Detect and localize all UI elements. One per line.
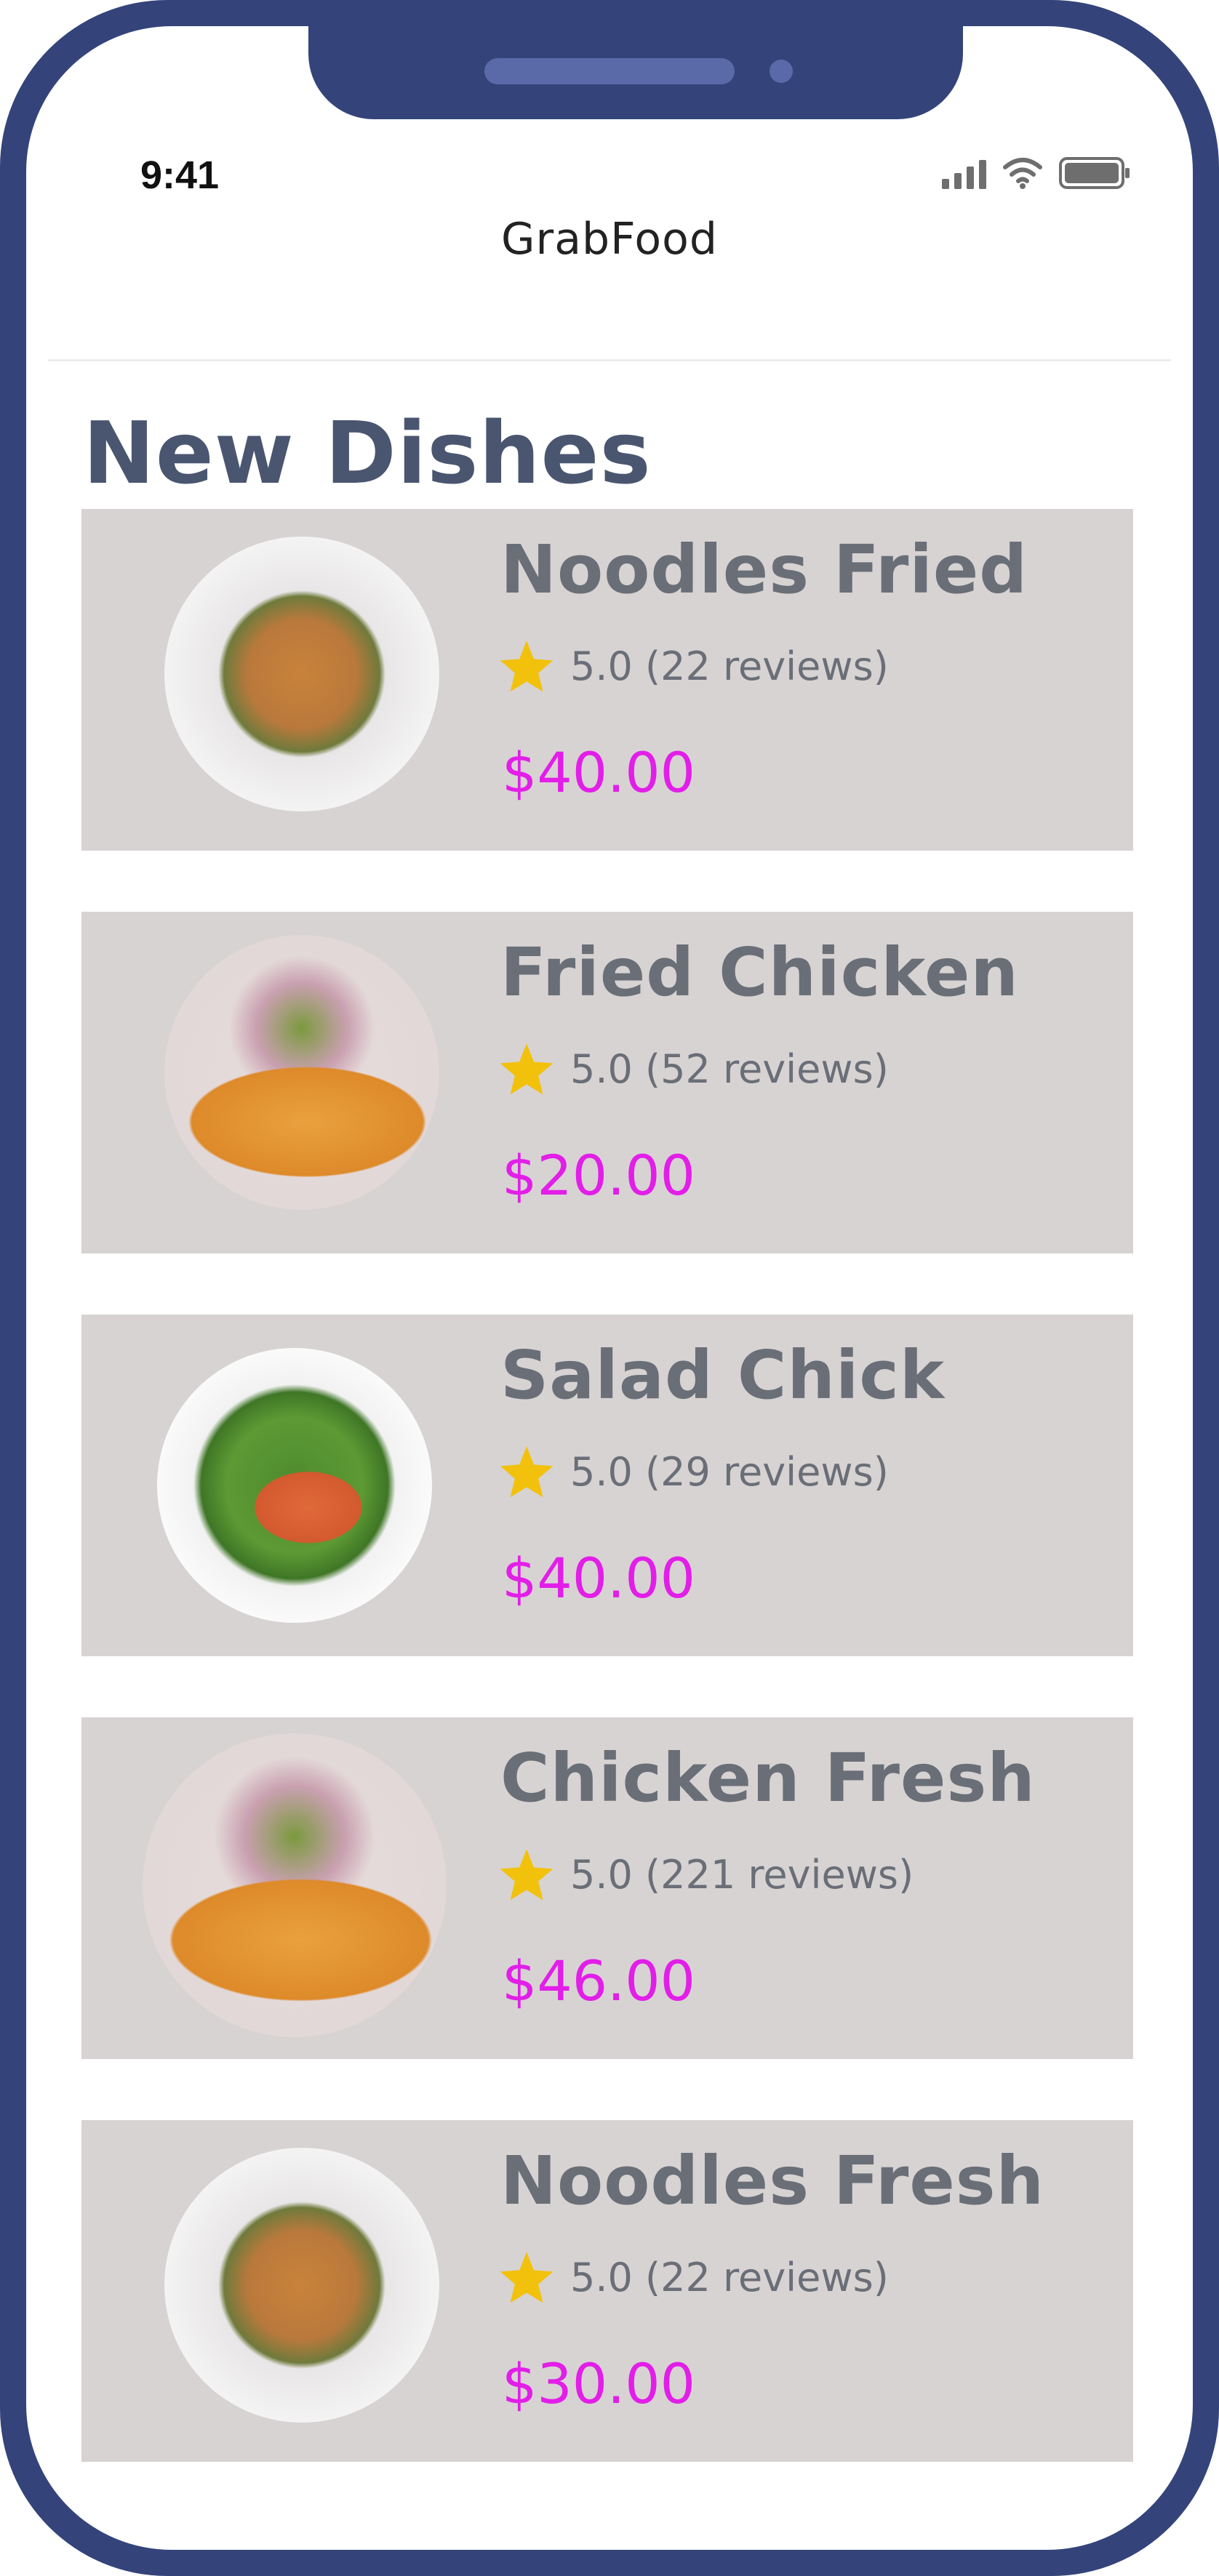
dish-name: Chicken Fresh: [500, 1739, 1036, 1817]
dish-price: $46.00: [502, 1949, 695, 2013]
dish-rating: 5.0 (29 reviews): [497, 1444, 889, 1499]
section-title: New Dishes: [83, 403, 652, 503]
cellular-signal-icon: [942, 157, 986, 189]
rating-text: 5.0 (52 reviews): [570, 1046, 889, 1092]
rating-text: 5.0 (22 reviews): [570, 2254, 889, 2300]
phone-frame: 9:41 GrabFood New Dishes Noodles Fried 5…: [0, 0, 1219, 2576]
app-title: GrabFood: [501, 214, 718, 265]
dish-card[interactable]: Salad Chick 5.0 (29 reviews) $40.00: [81, 1315, 1133, 1656]
star-icon: [497, 2250, 556, 2305]
dish-name: Noodles Fried: [500, 531, 1028, 609]
dish-card[interactable]: Noodles Fresh 5.0 (22 reviews) $30.00: [81, 2120, 1133, 2462]
phone-screen: 9:41 GrabFood New Dishes Noodles Fried 5…: [26, 26, 1193, 2550]
dish-rating: 5.0 (221 reviews): [497, 1847, 914, 1902]
speaker-grille: [484, 58, 735, 84]
dish-rating: 5.0 (52 reviews): [497, 1041, 889, 1096]
dish-price: $40.00: [502, 1546, 695, 1610]
rating-text: 5.0 (22 reviews): [570, 643, 889, 689]
rating-text: 5.0 (221 reviews): [570, 1851, 914, 1898]
dish-price: $20.00: [502, 1143, 695, 1208]
header-divider: [48, 359, 1171, 361]
star-icon: [497, 638, 556, 694]
dish-rating: 5.0 (22 reviews): [497, 638, 889, 694]
dish-card[interactable]: Fried Chicken 5.0 (52 reviews) $20.00: [81, 912, 1133, 1253]
dish-name: Salad Chick: [500, 1336, 946, 1414]
star-icon: [497, 1444, 556, 1499]
dish-name: Noodles Fresh: [500, 2142, 1044, 2220]
star-icon: [497, 1041, 556, 1096]
noodles-plate-image: [164, 537, 439, 811]
dish-card[interactable]: Noodles Fried 5.0 (22 reviews) $40.00: [81, 509, 1133, 851]
phone-notch: [308, 26, 963, 119]
battery-icon: [1059, 156, 1132, 190]
dish-price: $40.00: [502, 740, 695, 805]
omelette-plate-image: [143, 1733, 447, 2037]
front-camera-icon: [770, 60, 793, 83]
dish-rating: 5.0 (22 reviews): [497, 2250, 889, 2305]
dish-name: Fried Chicken: [500, 934, 1019, 1011]
noodles-plate-image: [164, 2148, 439, 2423]
status-icons: [942, 156, 1132, 190]
wifi-icon: [1002, 157, 1043, 189]
omelette-plate-image: [164, 935, 439, 1210]
status-time: 9:41: [140, 153, 220, 197]
dish-card[interactable]: Chicken Fresh 5.0 (221 reviews) $46.00: [81, 1717, 1133, 2059]
rating-text: 5.0 (29 reviews): [570, 1448, 889, 1495]
salad-plate-image: [157, 1348, 432, 1623]
dish-price: $30.00: [502, 2351, 695, 2416]
star-icon: [497, 1847, 556, 1902]
